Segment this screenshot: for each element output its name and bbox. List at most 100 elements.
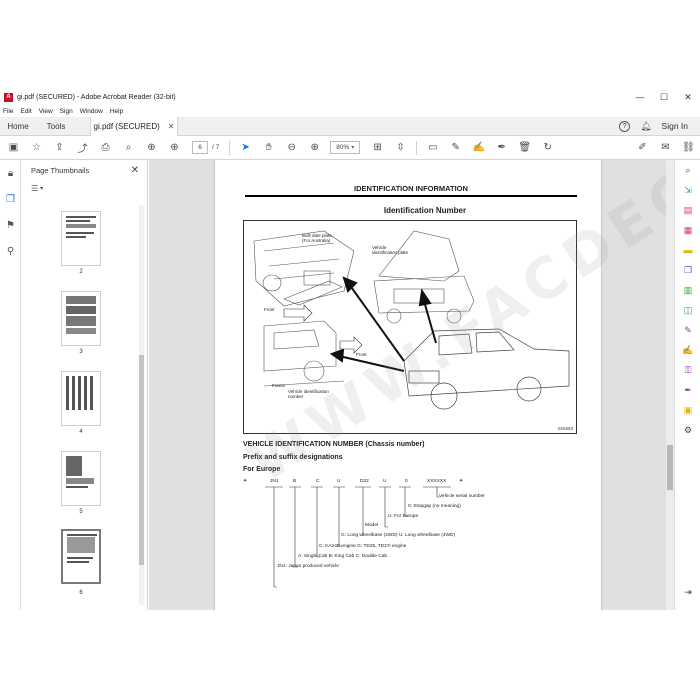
document-viewport[interactable]: IDENTIFICATION INFORMATION Identificatio… [149,160,674,610]
page-thumbnails-icon[interactable]: ❐ [0,186,21,212]
sign-pen-icon[interactable]: ✐ [631,140,654,156]
tab-document-label: gi.pdf (SECURED) [93,121,160,131]
frame-label: Frame [272,383,286,388]
star-marker-icon: ✦ [243,479,248,484]
fill-sign-tool-icon[interactable]: ✎ [675,320,700,340]
front-label-1: Front [264,307,275,312]
zoom-out-icon[interactable]: ⊖ [280,140,303,156]
vehicle-plate-label: Vehicle identification plate [372,245,409,255]
thumbnail-page[interactable] [61,211,101,266]
acrobat-logo-icon: A [4,92,13,102]
menu-edit[interactable]: Edit [20,108,31,115]
select-cursor-icon[interactable]: ➤ [234,140,257,156]
tab-tools[interactable]: Tools [36,122,76,131]
create-pdf-icon[interactable]: ▤ [675,200,700,220]
thumbnail-page-selected[interactable] [61,529,101,584]
chevron-down-icon: ▾ [351,145,355,151]
figure-code: SGI663 [557,426,573,431]
more-tools-icon[interactable]: ⚙ [675,420,700,440]
highlight-pen-icon[interactable]: ✎ [444,140,467,156]
thumbnails-scroll-thumb[interactable] [139,355,144,565]
thumbnail-options-menu[interactable]: ☰ ▾ [21,180,147,196]
maximize-icon[interactable]: ☐ [652,92,676,103]
export-pdf-icon[interactable]: ⇲ [675,180,700,200]
search-icon[interactable]: ⌕ [675,160,700,180]
find-icon[interactable]: ⌕ [117,140,140,156]
page-subheading: Identification Number [383,206,467,215]
rotate-icon[interactable]: ↻ [536,140,559,156]
delete-icon[interactable]: 🗑︎ [513,140,536,156]
protect-icon[interactable]: ⚿ [675,360,700,380]
sign-in-link[interactable]: Sign In [662,121,688,131]
tab-document[interactable]: gi.pdf (SECURED) ✕ [90,116,178,136]
menu-window[interactable]: Window [80,108,103,115]
tab-home[interactable]: Home [0,122,36,131]
send-for-comments-icon[interactable]: ✒ [675,380,700,400]
menu-sign[interactable]: Sign [60,108,73,115]
email-icon[interactable]: ✉ [654,140,677,156]
thumbnail-page-number: 5 [79,509,83,515]
pdf-page: IDENTIFICATION INFORMATION Identificatio… [214,160,674,610]
comment-icon[interactable]: ▭ [421,140,444,156]
edit-pdf-icon[interactable]: ▦ [675,220,700,240]
close-icon[interactable]: ✕ [676,92,700,103]
create-pdf-icon[interactable]: ▣ [2,140,25,156]
bookmarks-icon[interactable]: ⚑ [0,212,21,238]
toolbar-divider [229,140,231,155]
close-panel-icon[interactable]: ✕ [131,165,139,176]
document-scroll-thumb[interactable] [667,445,673,490]
bell-icon[interactable]: 🔔︎ [640,121,651,132]
thumbnail-page[interactable] [61,371,101,426]
code-field: 0 [405,479,408,484]
thumbnails-title: Page Thumbnails [31,165,90,175]
hand-tool-icon[interactable]: ✋︎ [257,140,280,156]
code-field: U [337,479,341,484]
thumbnail-list: 2 3 4 5 6 [21,203,136,608]
request-signature-icon[interactable]: ✍ [675,340,700,360]
help-icon[interactable]: ? [619,120,631,132]
page-number-input[interactable]: 6 [192,141,208,154]
page-up-icon[interactable]: ⊕ [140,140,163,156]
menu-file[interactable]: File [3,108,13,115]
acrobat-window: A gi.pdf (SECURED) - Adobe Acrobat Reade… [0,88,700,610]
code-field: D22 [360,479,369,484]
expand-panel-icon[interactable]: ⇥ [675,582,700,602]
scroll-mode-icon[interactable]: ⇳ [389,140,412,156]
combine-files-icon[interactable]: ❐ [675,260,700,280]
menu-view[interactable]: View [39,108,53,115]
zoom-select[interactable]: 80% ▾ [330,141,361,154]
code-field: XXXXXX [427,479,447,484]
fill-sign-icon[interactable]: ✒ [490,140,513,156]
bookmark-star-icon[interactable]: ☆ [25,140,48,156]
thumbnails-panel: Page Thumbnails ✕ ☰ ▾ 2 3 4 5 6 [21,160,148,610]
comment-tool-icon[interactable]: ▬ [675,240,700,260]
zoom-in-icon[interactable]: ⊕ [303,140,326,156]
toolbar: ▣ ☆ ⇪ ⤴ ⎙ ⌕ ⊕ ⊕ 6 / 7 ➤ ✋︎ ⊖ ⊕ 80% ▾ ⊞ ⇳ … [0,136,700,160]
thumbnail-page[interactable] [61,291,101,346]
page-down-icon[interactable]: ⊕ [163,140,186,156]
wheelbase-legend: G: Long wheelbase (2WD) U: Long wheelbas… [341,533,456,538]
europe-legend: U: For Europe [388,514,419,519]
title-bar: A gi.pdf (SECURED) - Adobe Acrobat Reade… [0,88,700,106]
share-icon[interactable]: ⤴ [71,140,94,156]
close-tab-icon[interactable]: ✕ [168,122,175,131]
stamp-icon[interactable]: ▣ [675,400,700,420]
left-rail: 🔒︎ ❐ ⚑ ⚲ [0,160,21,610]
page-heading: IDENTIFICATION INFORMATION [245,184,577,197]
share-link-icon[interactable]: ⛓︎ [677,140,700,156]
scan-ocr-icon[interactable]: ◫ [675,300,700,320]
organize-pages-icon[interactable]: ▥ [675,280,700,300]
upload-cloud-icon[interactable]: ⇪ [48,140,71,156]
print-icon[interactable]: ⎙ [94,140,117,156]
document-scrollbar[interactable] [666,160,674,610]
fit-page-icon[interactable]: ⊞ [366,140,389,156]
minimize-icon[interactable]: — [628,92,652,102]
attachments-icon[interactable]: ⚲ [0,238,21,264]
code-field: C [316,479,320,484]
thumbnail-page-number: 4 [79,429,83,435]
thumbnail-page[interactable] [61,451,101,506]
thumbnails-scrollbar[interactable] [139,205,144,605]
menu-help[interactable]: Help [110,108,123,115]
draw-icon[interactable]: ✍ [467,140,490,156]
lock-icon[interactable]: 🔒︎ [0,160,21,186]
